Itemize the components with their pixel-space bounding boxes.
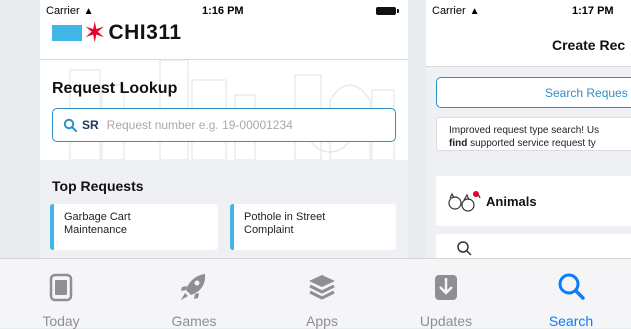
battery-icon <box>376 7 399 15</box>
today-icon <box>49 273 73 302</box>
carrier-label: Carrier ▲ <box>46 5 94 17</box>
status-time: 1:16 PM <box>202 5 244 17</box>
tab-label: Updates <box>419 313 473 329</box>
request-search-field[interactable]: SR <box>52 108 396 142</box>
tab-games[interactable]: Games <box>144 259 244 329</box>
info-bold-word: find <box>449 138 468 149</box>
info-line1: Improved request type search! Us <box>449 125 600 136</box>
tab-today[interactable]: Today <box>11 259 111 329</box>
tab-search[interactable]: Search <box>521 259 621 329</box>
card-label-line1: Pothole in Street <box>244 211 326 223</box>
top-request-card-pothole[interactable]: Pothole in Street Complaint <box>230 204 396 250</box>
create-request-screen: Carrier ▲ 1:17 PM Create Rec Search Reque… <box>426 0 631 258</box>
tab-updates[interactable]: Updates <box>396 259 496 329</box>
info-line2-rest: supported service request ty <box>467 138 596 149</box>
category-label: Animals <box>486 193 537 209</box>
status-time: 1:17 PM <box>572 5 614 17</box>
category-row-partial[interactable] <box>436 234 631 258</box>
search-icon <box>457 241 472 256</box>
info-line2: find supported service request ty <box>449 137 631 150</box>
category-animals[interactable]: Animals <box>436 176 631 226</box>
top-requests-title: Top Requests <box>52 178 144 194</box>
tab-label: Games <box>171 313 217 329</box>
download-icon <box>435 275 457 300</box>
card-label-line1: Garbage Cart <box>64 211 131 223</box>
card-label-line2: Maintenance <box>64 224 127 236</box>
search-info-banner: Improved request type search! Us find su… <box>436 117 631 151</box>
search-icon <box>63 118 77 132</box>
wifi-icon: ▲ <box>469 6 480 17</box>
tab-bar: Today Games Apps Updates Search <box>0 258 631 329</box>
request-lookup-title: Request Lookup <box>52 80 178 97</box>
chicago-star-icon: ✶ <box>83 17 107 48</box>
top-request-card-garbage-cart[interactable]: Garbage Cart Maintenance <box>50 204 218 250</box>
animals-icon <box>448 191 481 212</box>
search-icon <box>558 273 585 300</box>
tab-label: Apps <box>306 313 338 329</box>
chi311-app-screen: Carrier ▲ 1:16 PM ✶ CHI311 Request Lookup… <box>40 0 408 258</box>
logo-blue-bar <box>52 25 82 41</box>
logo-text: CHI311 <box>108 21 182 44</box>
card-label-line2: Complaint <box>244 224 294 236</box>
request-number-input[interactable] <box>104 117 369 133</box>
tab-label: Today <box>42 313 80 329</box>
create-request-title: Create Rec <box>552 37 626 53</box>
tab-label: Search <box>548 313 594 329</box>
wifi-icon: ▲ <box>83 6 94 17</box>
sr-prefix: SR <box>82 118 99 132</box>
tab-apps[interactable]: Apps <box>272 259 372 329</box>
chi311-logo: ✶ CHI311 <box>52 17 182 48</box>
layers-icon <box>309 275 335 300</box>
carrier-label: Carrier ▲ <box>432 5 480 17</box>
rocket-icon <box>181 274 206 300</box>
search-requests-button[interactable]: Search Reques <box>436 77 631 108</box>
